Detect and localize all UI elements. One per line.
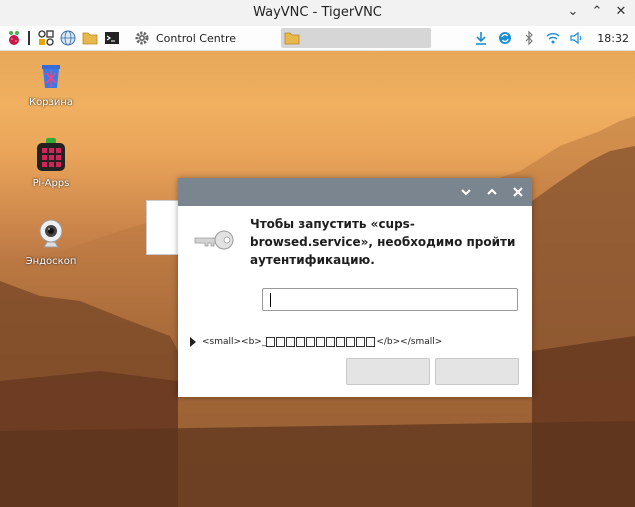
- system-tray: 18:32: [465, 26, 635, 50]
- dialog-minimize-icon[interactable]: [459, 185, 473, 199]
- pi-apps-icon: [37, 138, 65, 171]
- trash-icon: [42, 65, 60, 88]
- missing-glyph-boxes: [266, 337, 376, 348]
- desktop-icon-label: Эндоскоп: [25, 256, 77, 267]
- close-icon[interactable]: ✕: [615, 4, 627, 20]
- maximize-icon[interactable]: ⌃: [591, 4, 603, 20]
- terminal-icon[interactable]: [104, 30, 120, 46]
- desktop-icon-pi-apps[interactable]: Pi-Apps: [16, 138, 86, 189]
- taskbar-window-auth[interactable]: [281, 28, 431, 48]
- dialog-message: Чтобы запустить «cups-browsed.service», …: [250, 217, 516, 267]
- details-prefix: <small><b>_: [202, 337, 267, 348]
- authenticate-button[interactable]: [435, 358, 519, 385]
- desktop-icon-label: Корзина: [28, 97, 74, 108]
- taskbar-window-control-centre[interactable]: Control Centre: [130, 28, 278, 48]
- webcam-icon: [39, 219, 63, 248]
- vnc-window-title: WayVNC - TigerVNC: [253, 5, 382, 20]
- vnc-titlebar: WayVNC - TigerVNC ⌄ ⌃ ✕: [0, 0, 635, 27]
- auth-dialog: Чтобы запустить «cups-browsed.service», …: [178, 178, 532, 397]
- taskbar: Control Centre 18:32: [0, 26, 635, 51]
- bluetooth-icon[interactable]: [521, 30, 537, 46]
- folder-icon: [284, 32, 300, 45]
- clock[interactable]: 18:32: [597, 32, 629, 45]
- gear-icon: [135, 31, 149, 45]
- key-icon: [194, 230, 234, 250]
- dialog-close-icon[interactable]: [511, 185, 525, 199]
- desktop-icon-endoscope[interactable]: Эндоскоп: [16, 218, 86, 267]
- text-caret: [270, 293, 271, 307]
- vnc-window-controls: ⌄ ⌃ ✕: [567, 4, 627, 20]
- minimize-icon[interactable]: ⌄: [567, 4, 579, 20]
- raspberry-menu-icon[interactable]: [6, 30, 22, 46]
- volume-icon[interactable]: [569, 30, 585, 46]
- desktop-icon-trash[interactable]: Корзина: [16, 61, 86, 108]
- desktop-icon-label: Pi-Apps: [32, 178, 70, 189]
- details-expander[interactable]: <small><b>_ </b></small>: [190, 337, 442, 348]
- file-manager-icon[interactable]: [82, 30, 98, 46]
- browser-globe-icon[interactable]: [60, 30, 76, 46]
- password-input[interactable]: [262, 288, 518, 311]
- download-icon[interactable]: [473, 30, 489, 46]
- wifi-icon[interactable]: [545, 30, 561, 46]
- details-suffix: </b></small>: [376, 337, 443, 348]
- dialog-maximize-icon[interactable]: [485, 185, 499, 199]
- apps-grid-icon[interactable]: [38, 30, 54, 46]
- sync-icon[interactable]: [497, 30, 513, 46]
- dialog-header: [178, 178, 532, 206]
- cancel-button[interactable]: [346, 358, 430, 385]
- taskbar-separator: [28, 31, 30, 45]
- taskbar-window-label: Control Centre: [156, 31, 237, 45]
- expander-arrow-icon: [190, 337, 196, 348]
